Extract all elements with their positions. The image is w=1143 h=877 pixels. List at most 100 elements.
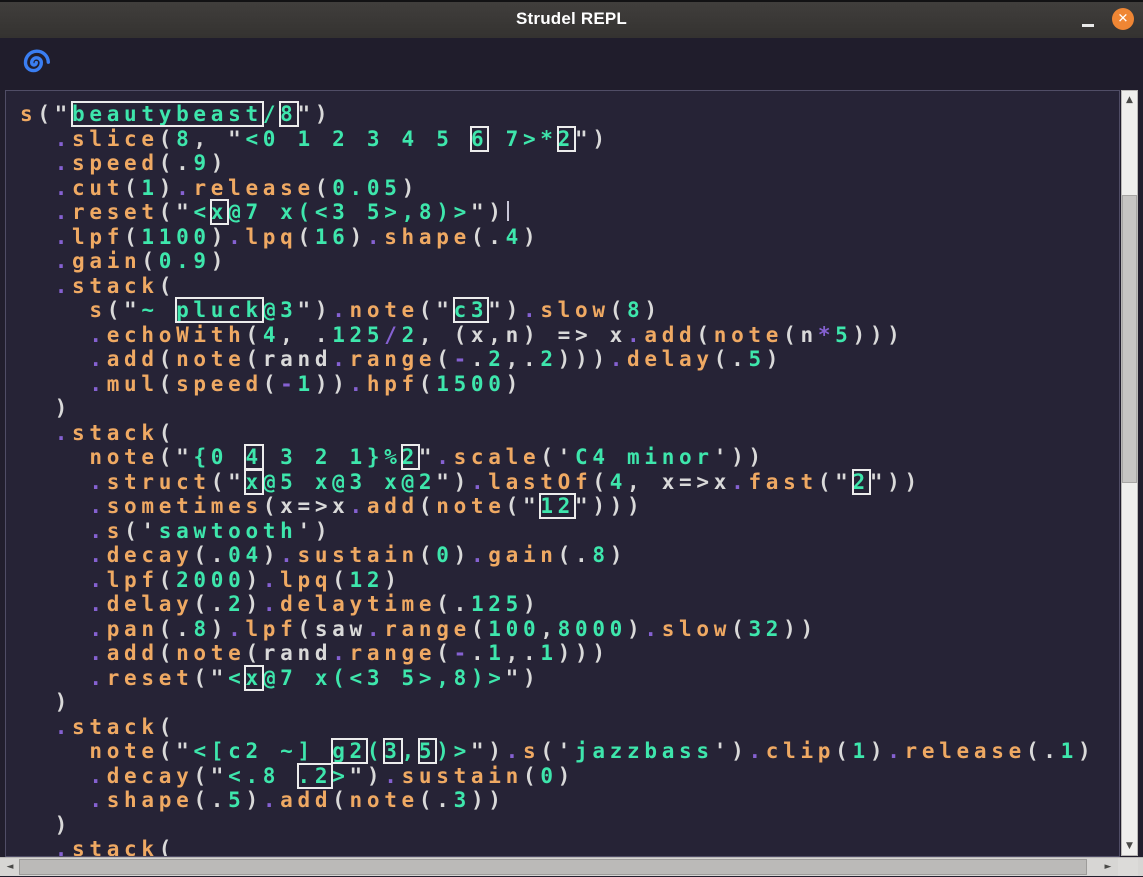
code-token: .	[263, 592, 280, 616]
code-token: 2	[488, 347, 505, 371]
code-token: .	[332, 641, 349, 665]
code-token: .	[367, 617, 384, 641]
code-token: .	[332, 347, 349, 371]
code-token: <0 1 2 3 4 5	[245, 127, 470, 151]
code-token: .	[228, 617, 245, 641]
code-token: 5	[748, 347, 765, 371]
code-token: 16	[315, 225, 350, 249]
code-token: -	[280, 372, 297, 396]
code-token	[20, 568, 89, 592]
h-scrollbar-left-arrow[interactable]: ◄	[2, 858, 18, 876]
code-token: >	[332, 764, 349, 788]
code-token	[20, 837, 55, 857]
code-token: (.	[419, 788, 454, 812]
title-bar[interactable]: Strudel REPL ✕	[0, 0, 1143, 38]
code-token: sustain	[402, 764, 523, 788]
h-scrollbar[interactable]: ◄ ►	[0, 857, 1143, 876]
code-line: .add(note(rand.range(-.2,.2))).delay(.5)	[20, 347, 1119, 372]
code-line: .s('sawtooth')	[20, 519, 1119, 544]
v-scrollbar-down-arrow[interactable]: ▼	[1122, 838, 1137, 854]
code-token: release	[193, 176, 314, 200]
code-token: .	[436, 445, 453, 469]
code-line: .struct("x@5 x@3 x@2").lastOf(4, x=>x.fa…	[20, 470, 1119, 495]
code-token: shape	[384, 225, 471, 249]
code-token: note	[89, 445, 158, 469]
code-token: delay	[627, 347, 714, 371]
minimize-button[interactable]	[1073, 0, 1103, 38]
v-scrollbar-up-arrow[interactable]: ▲	[1122, 92, 1137, 108]
code-token: )	[350, 225, 367, 249]
toolbar	[0, 38, 1143, 90]
code-token: 100	[488, 617, 540, 641]
code-token: -	[454, 641, 471, 665]
code-token	[20, 494, 89, 518]
active-token-highlight: beautybeast	[72, 102, 263, 126]
active-token-highlight: .2	[298, 764, 333, 788]
code-area: s("beautybeast/8") .slice(8, "<0 1 2 3 4…	[6, 91, 1119, 857]
v-scrollbar-thumb[interactable]	[1122, 195, 1137, 483]
code-token: .	[610, 347, 627, 371]
code-line: .lpf(1100).lpq(16).shape(.4)	[20, 225, 1119, 250]
code-token: 1	[141, 176, 158, 200]
code-token: @7 x(<3 5>,8)>	[228, 200, 471, 224]
active-token-highlight: 5	[419, 739, 436, 763]
code-line: )	[20, 813, 1119, 838]
close-button[interactable]: ✕	[1112, 8, 1134, 30]
code-token: pan	[107, 617, 159, 641]
code-line: .sometimes(x=>x.add(note("12")))	[20, 494, 1119, 519]
code-token: add	[367, 494, 419, 518]
code-line: .reset("<x@7 x(<3 5>,8)>")	[20, 666, 1119, 691]
code-token	[20, 225, 55, 249]
code-token: "	[419, 445, 436, 469]
code-token: 0.9	[159, 249, 211, 273]
code-token: (.	[159, 151, 194, 175]
code-token: .	[350, 494, 367, 518]
code-token: sawtooth	[159, 519, 298, 543]
code-token: (	[436, 347, 453, 371]
code-line: )	[20, 690, 1119, 715]
code-token: *	[818, 323, 835, 347]
code-token: ")	[488, 298, 523, 322]
window-title: Strudel REPL	[516, 9, 627, 29]
code-token: ("	[211, 470, 246, 494]
code-token: (rand	[245, 347, 332, 371]
code-token: (saw	[298, 617, 367, 641]
v-scrollbar[interactable]: ▲ ▼	[1121, 90, 1138, 856]
h-scrollbar-right-arrow[interactable]: ►	[1100, 858, 1116, 876]
code-token: )	[211, 151, 228, 175]
code-token: )>	[436, 739, 471, 763]
code-token: scale	[454, 445, 541, 469]
code-token: (	[523, 764, 540, 788]
code-token: ")	[471, 739, 506, 763]
code-token: ,.	[506, 347, 541, 371]
code-line: .slice(8, "<0 1 2 3 4 5 6 7>*2")	[20, 127, 1119, 152]
code-token: struct	[107, 470, 211, 494]
code-token: @3	[263, 298, 298, 322]
code-token: ("	[37, 102, 72, 126]
code-line: .mul(speed(-1)).hpf(1500)	[20, 372, 1119, 397]
code-line: .decay(.04).sustain(0).gain(.8)	[20, 543, 1119, 568]
code-token: .	[471, 543, 488, 567]
code-token: ")	[298, 298, 333, 322]
code-token: (	[159, 421, 176, 445]
code-line: .add(note(rand.range(-.1,.1)))	[20, 641, 1119, 666]
code-token: .	[89, 641, 106, 665]
code-token: (	[159, 568, 176, 592]
code-token	[20, 715, 55, 739]
code-line: s("beautybeast/8")	[20, 102, 1119, 127]
code-token: (	[592, 470, 609, 494]
code-editor[interactable]: s("beautybeast/8") .slice(8, "<0 1 2 3 4…	[5, 90, 1120, 857]
code-token: note	[89, 739, 158, 763]
code-token: (.	[714, 347, 749, 371]
code-token	[20, 151, 55, 175]
code-token: @5 x@3 x@2	[263, 470, 436, 494]
h-scrollbar-thumb[interactable]	[19, 859, 1087, 875]
code-token: 125	[332, 323, 384, 347]
code-token: ("	[193, 666, 228, 690]
code-token: @7 x(<3 5>,8)>	[263, 666, 506, 690]
code-token: )	[506, 372, 523, 396]
code-token: shape	[107, 788, 194, 812]
code-token: release	[905, 739, 1026, 763]
code-token: sustain	[298, 543, 419, 567]
code-token: .	[228, 225, 245, 249]
